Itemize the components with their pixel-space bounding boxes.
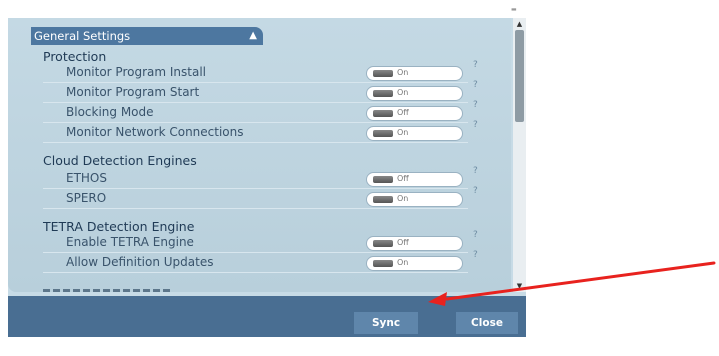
close-button[interactable]: Close — [456, 312, 518, 334]
sync-policy-button[interactable]: Sync Policy — [354, 312, 418, 351]
help-icon[interactable]: ? — [473, 230, 478, 240]
toggle-state: Off — [397, 174, 409, 183]
window-corner-mark: ▬ — [511, 6, 517, 13]
toggle-switch[interactable]: On — [366, 256, 463, 271]
toggle-state: On — [397, 68, 409, 77]
scrollbar-thumb[interactable] — [515, 30, 524, 122]
toggle-switch[interactable]: Off — [366, 106, 463, 121]
help-icon[interactable]: ? — [473, 80, 478, 90]
toggle-switch[interactable]: Off — [366, 236, 463, 251]
help-icon[interactable]: ? — [473, 166, 478, 176]
toggle-knob — [373, 260, 393, 267]
help-icon[interactable]: ? — [473, 186, 478, 196]
toggle-knob — [373, 240, 393, 247]
setting-row: ETHOS Off ? — [43, 166, 478, 189]
vertical-scrollbar[interactable]: ▲ ▼ — [513, 18, 526, 292]
row-divider — [43, 188, 468, 189]
toggle-state: On — [397, 194, 409, 203]
toggle-knob — [373, 70, 393, 77]
toggle-state: Off — [397, 108, 409, 117]
row-divider — [43, 252, 468, 253]
triangle-up-icon[interactable]: ▲ — [249, 27, 257, 45]
toggle-knob — [373, 110, 393, 117]
toggle-switch[interactable]: Off — [366, 172, 463, 187]
scroll-down-arrow-icon[interactable]: ▼ — [513, 280, 526, 292]
row-divider — [43, 142, 468, 143]
row-divider — [43, 208, 468, 209]
setting-label: SPERO — [66, 191, 107, 205]
setting-row: SPERO On ? — [43, 186, 478, 209]
row-divider — [43, 272, 468, 273]
dialog-footer: Sync Policy Close — [8, 296, 526, 351]
setting-label: Allow Definition Updates — [66, 255, 214, 269]
settings-scroll-area: General Settings ▲ Protection Monitor Pr… — [8, 18, 511, 292]
setting-label: Monitor Network Connections — [66, 125, 244, 139]
settings-panel: General Settings ▲ Protection Monitor Pr… — [8, 18, 526, 351]
toggle-state: On — [397, 88, 409, 97]
toggle-knob — [373, 176, 393, 183]
row-divider — [43, 82, 468, 83]
general-settings-header[interactable]: General Settings ▲ — [31, 27, 263, 45]
setting-label: Monitor Program Start — [66, 85, 200, 99]
setting-label: Enable TETRA Engine — [66, 235, 194, 249]
scroll-up-arrow-icon[interactable]: ▲ — [513, 18, 526, 30]
toggle-switch[interactable]: On — [366, 86, 463, 101]
clipped-group-title — [43, 284, 173, 292]
toggle-state: On — [397, 128, 409, 137]
setting-label: Blocking Mode — [66, 105, 154, 119]
help-icon[interactable]: ? — [473, 120, 478, 130]
group-title-cloud-detection: Cloud Detection Engines — [43, 153, 197, 168]
setting-label: ETHOS — [66, 171, 107, 185]
clipped-text-fragment — [43, 289, 173, 292]
section-title: General Settings — [34, 29, 131, 43]
toggle-knob — [373, 130, 393, 137]
toggle-state: On — [397, 258, 409, 267]
toggle-switch[interactable]: On — [366, 66, 463, 81]
toggle-knob — [373, 196, 393, 203]
row-divider — [43, 102, 468, 103]
setting-row: Allow Definition Updates On ? — [43, 250, 478, 273]
group-title-tetra: TETRA Detection Engine — [43, 219, 195, 234]
help-icon[interactable]: ? — [473, 100, 478, 110]
setting-row: Monitor Program Install On ? — [43, 60, 478, 83]
group-title-protection: Protection — [43, 49, 107, 64]
setting-label: Monitor Program Install — [66, 65, 206, 79]
toggle-switch[interactable]: On — [366, 126, 463, 141]
setting-row: Monitor Network Connections On ? — [43, 120, 478, 143]
toggle-knob — [373, 90, 393, 97]
help-icon[interactable]: ? — [473, 250, 478, 260]
toggle-switch[interactable]: On — [366, 192, 463, 207]
toggle-state: Off — [397, 238, 409, 247]
help-icon[interactable]: ? — [473, 60, 478, 70]
setting-row: Monitor Program Start On ? — [43, 80, 478, 103]
setting-row: Enable TETRA Engine Off ? — [43, 230, 478, 253]
setting-row: Blocking Mode Off ? — [43, 100, 478, 123]
row-divider — [43, 122, 468, 123]
